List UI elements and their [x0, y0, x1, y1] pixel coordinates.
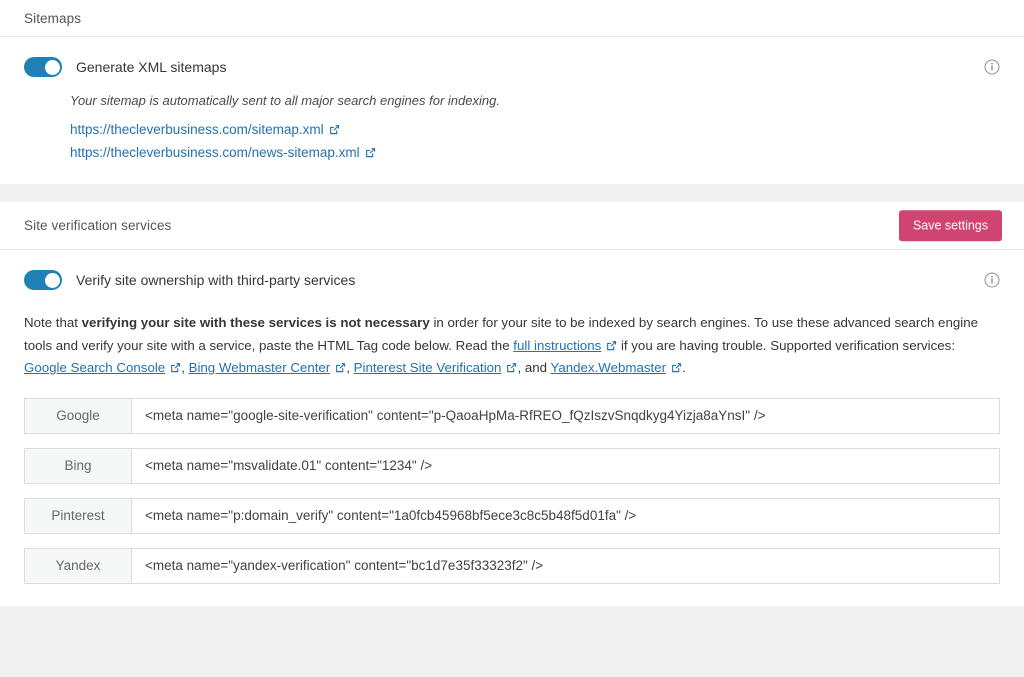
sitemaps-section-title: Sitemaps: [24, 10, 82, 26]
verification-section-header: Site verification services Save settings: [0, 202, 1024, 250]
verification-section-body: Verify site ownership with third-party s…: [0, 250, 1024, 606]
note-separator-1: ,: [181, 360, 189, 375]
pinterest-site-verification-link[interactable]: Pinterest Site Verification: [354, 360, 502, 375]
pinterest-verification-input[interactable]: [131, 497, 1000, 534]
external-link-icon: [335, 362, 346, 373]
note-text-part3: if you are having trouble. Supported ver…: [617, 337, 956, 353]
note-separator-3: , and: [517, 360, 551, 375]
external-link-icon: [506, 362, 517, 373]
bing-webmaster-center-link[interactable]: Bing Webmaster Center: [189, 360, 331, 375]
verification-section-title: Site verification services: [24, 218, 172, 233]
sitemaps-section-header: Sitemaps: [0, 0, 1024, 37]
external-link-icon: [606, 340, 617, 351]
google-field-label: Google: [24, 397, 131, 434]
note-text-part1: Note that: [24, 315, 82, 330]
verification-fields-list: Google Bing Pinterest Yandex: [24, 380, 1000, 606]
sitemaps-section-body: Generate XML sitemaps Your sitemap is au…: [0, 37, 1024, 184]
toggle-knob: [44, 59, 60, 75]
verify-site-ownership-row: Verify site ownership with third-party s…: [24, 250, 1000, 290]
yandex-field-label: Yandex: [24, 547, 131, 584]
pinterest-field-label: Pinterest: [24, 497, 131, 534]
generate-xml-sitemaps-toggle[interactable]: [24, 57, 62, 77]
generate-xml-sitemaps-label: Generate XML sitemaps: [76, 59, 227, 75]
external-link-icon: [671, 362, 682, 373]
verification-field-row-pinterest: Pinterest: [24, 497, 1000, 534]
bing-field-label: Bing: [24, 447, 131, 484]
section-divider: [0, 184, 1024, 202]
save-settings-button[interactable]: Save settings: [898, 209, 1002, 242]
full-instructions-link[interactable]: full instructions: [513, 338, 601, 353]
sitemap-xml-link[interactable]: https://thecleverbusiness.com/sitemap.xm…: [70, 122, 324, 137]
sitemap-links-list: https://thecleverbusiness.com/sitemap.xm…: [70, 121, 1000, 162]
verify-site-ownership-toggle[interactable]: [24, 270, 62, 290]
info-circle-icon[interactable]: [984, 59, 1000, 75]
yandex-webmaster-link[interactable]: Yandex.Webmaster: [550, 360, 666, 375]
external-link-icon: [170, 362, 181, 373]
toggle-knob: [44, 272, 60, 288]
sitemaps-help-text: Your sitemap is automatically sent to al…: [70, 93, 500, 108]
note-separator-2: ,: [346, 360, 354, 375]
external-link-icon: [329, 124, 340, 135]
google-search-console-link[interactable]: Google Search Console: [24, 360, 165, 375]
verify-site-ownership-label: Verify site ownership with third-party s…: [76, 272, 356, 288]
yandex-verification-input[interactable]: [131, 547, 1000, 584]
news-sitemap-xml-link[interactable]: https://thecleverbusiness.com/news-sitem…: [70, 145, 360, 160]
generate-xml-sitemaps-row: Generate XML sitemaps: [24, 37, 1000, 77]
verification-field-row-yandex: Yandex: [24, 547, 1000, 584]
google-verification-input[interactable]: [131, 397, 1000, 434]
note-bold-emphasis: verifying your site with these services …: [81, 315, 430, 330]
verification-field-row-google: Google: [24, 397, 1000, 434]
external-link-icon: [365, 147, 376, 158]
list-item: https://thecleverbusiness.com/sitemap.xm…: [70, 121, 1000, 139]
note-text-end: .: [682, 360, 686, 375]
info-circle-icon[interactable]: [984, 272, 1000, 288]
verification-field-row-bing: Bing: [24, 447, 1000, 484]
list-item: https://thecleverbusiness.com/news-sitem…: [70, 144, 1000, 162]
bing-verification-input[interactable]: [131, 447, 1000, 484]
verification-note: Note that verifying your site with these…: [24, 312, 1000, 380]
